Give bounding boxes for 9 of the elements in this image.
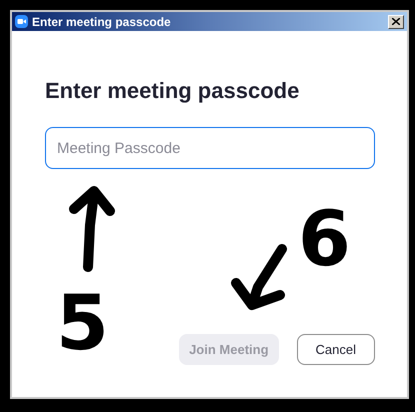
close-icon [392,18,400,25]
window-title: Enter meeting passcode [32,14,171,30]
cancel-button[interactable]: Cancel [296,334,375,365]
annotation-number: 6 [298,201,351,277]
annotation-number: 5 [56,285,109,361]
dialog-heading: Enter meeting passcode [45,77,300,105]
video-camera-icon [15,15,28,28]
passcode-field[interactable]: Meeting Passcode [45,127,375,169]
close-button[interactable] [388,14,404,28]
